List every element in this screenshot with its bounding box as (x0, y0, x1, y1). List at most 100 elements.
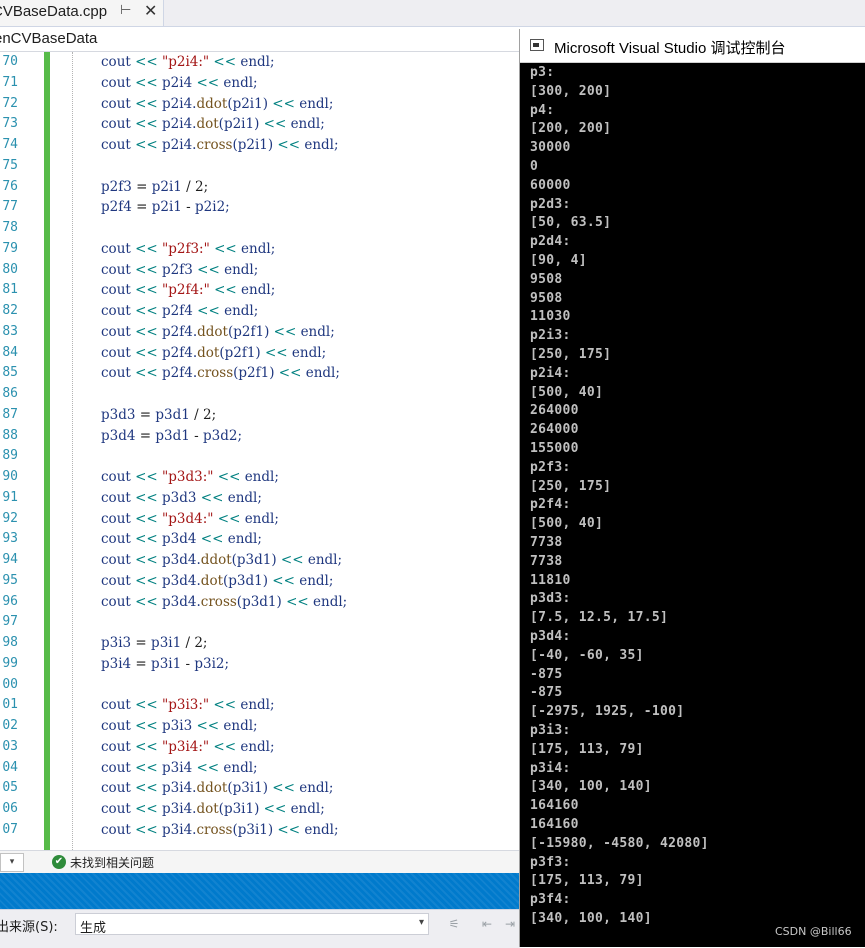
console-line: [300, 200] (530, 83, 612, 99)
code-line[interactable]: 93 cout << p3d4 << endl; (0, 529, 520, 550)
code-text: cout << p3d4.dot(p3d1) << endl; (101, 573, 333, 589)
code-token: cout (101, 365, 131, 382)
code-token: p2f4. (162, 323, 198, 340)
line-number: 77 (2, 199, 18, 215)
code-line[interactable]: 97 (0, 612, 520, 633)
code-line[interactable]: 84 cout << p2f4.dot(p2f1) << endl; (0, 343, 520, 364)
zoom-dropdown[interactable]: ▾ (0, 853, 24, 872)
code-text: p3i3 = p3i1 / 2; (101, 635, 207, 651)
code-line[interactable]: 71 cout << p2i4 << endl; (0, 73, 520, 94)
code-line[interactable]: 86 (0, 384, 520, 405)
code-line[interactable]: 89 (0, 446, 520, 467)
code-line[interactable]: 87 p3d3 = p3d1 / 2; (0, 405, 520, 426)
code-line[interactable]: 75 (0, 156, 520, 177)
code-token: cout (101, 344, 131, 361)
code-line[interactable]: 02 cout << p3i3 << endl; (0, 716, 520, 737)
code-line[interactable]: 95 cout << p3d4.dot(p3d1) << endl; (0, 571, 520, 592)
line-number: 78 (2, 220, 18, 235)
console-line: [7.5, 12.5, 17.5] (530, 610, 669, 626)
document-tab[interactable]: CVBaseData.cpp ⊢ ✕ (0, 0, 164, 26)
code-line[interactable]: 83 cout << p2f4.ddot(p2f1) << endl; (0, 322, 520, 343)
code-line[interactable]: 00 (0, 675, 520, 696)
line-number: 90 (2, 469, 18, 484)
code-line[interactable]: 85 cout << p2f4.cross(p2f1) << endl; (0, 363, 520, 384)
code-line[interactable]: 88 p3d4 = p3d1 - p3d2; (0, 426, 520, 447)
console-title-bar[interactable]: Microsoft Visual Studio 调试控制台 (520, 29, 865, 63)
code-line[interactable]: 99 p3i4 = p3i1 - p3i2; (0, 654, 520, 675)
console-line: [-40, -60, 35] (530, 647, 644, 663)
project-scope-dropdown[interactable]: enCVBaseData (0, 30, 97, 47)
issues-status-text[interactable]: 未找到相关问题 (70, 854, 154, 871)
code-line[interactable]: 06 cout << p3i4.dot(p3i1) << endl; (0, 799, 520, 820)
code-line[interactable]: 77 p2f4 = p2i1 - p2i2; (0, 197, 520, 218)
code-token: endl; (223, 718, 258, 734)
code-text: cout << p3d4.cross(p3d1) << endl; (101, 594, 347, 610)
console-line: 164160 (530, 817, 579, 832)
code-line[interactable]: 94 cout << p3d4.ddot(p3d1) << endl; (0, 550, 520, 571)
code-token: endl; (240, 738, 275, 755)
line-number: 75 (2, 157, 18, 173)
code-line[interactable]: 90 cout << "p3d3:" << endl; (0, 467, 520, 488)
code-token: ddot (196, 95, 228, 112)
output-source-select[interactable]: 生成 ▾ (75, 913, 429, 936)
line-number: 05 (2, 780, 18, 796)
code-token: p2f4 (162, 303, 193, 319)
editor-status-bar: ▾ ✔ 未找到相关问题 (0, 850, 520, 873)
code-line[interactable]: 04 cout << p3i4 << endl; (0, 758, 520, 779)
code-token: endl; (244, 510, 279, 527)
code-token: "p2i4:" (162, 54, 210, 70)
console-line: p2d3: (530, 196, 571, 212)
console-line: p2f4: (530, 497, 571, 513)
line-number: 97 (2, 614, 18, 630)
code-line[interactable]: 01 cout << "p3i3:" << endl; (0, 695, 520, 716)
code-line[interactable]: 73 cout << p2i4.dot(p2i1) << endl; (0, 114, 520, 135)
pin-icon[interactable]: ⊢ (120, 3, 131, 18)
code-line[interactable]: 80 cout << p2f3 << endl; (0, 260, 520, 281)
code-token: << (130, 489, 163, 506)
code-line[interactable]: 79 cout << "p2f3:" << endl; (0, 239, 520, 260)
code-token: endl; (224, 261, 259, 278)
line-number: 91 (2, 489, 18, 505)
code-token: endl; (299, 95, 334, 112)
debug-console-window[interactable]: Microsoft Visual Studio 调试控制台 p3: [300, 2… (519, 29, 865, 947)
code-token: << (192, 74, 224, 91)
console-line: p3i4: (530, 760, 571, 776)
code-line[interactable]: 92 cout << "p3d4:" << endl; (0, 509, 520, 530)
previous-message-icon[interactable]: ⇤ (479, 917, 495, 931)
chevron-down-icon: ▾ (418, 917, 424, 928)
code-line[interactable]: 82 cout << p2f4 << endl; (0, 301, 520, 322)
code-token: endl; (304, 821, 339, 838)
code-token: p3d2; (203, 427, 243, 444)
code-token: cout (101, 303, 131, 319)
code-token: cout (101, 137, 131, 153)
code-text: cout << p2f4.ddot(p2f1) << endl; (101, 324, 335, 340)
code-line[interactable]: 03 cout << "p3i4:" << endl; (0, 737, 520, 758)
console-app-icon (530, 39, 544, 51)
close-icon[interactable]: ✕ (144, 1, 157, 20)
code-line[interactable]: 81 cout << "p2f4:" << endl; (0, 280, 520, 301)
code-token: (p2i1) (227, 95, 268, 112)
line-number: 70 (2, 54, 18, 69)
code-text: cout << p2i4.ddot(p2i1) << endl; (101, 96, 333, 112)
code-token: p2i4. (162, 137, 197, 153)
code-line[interactable]: 98 p3i3 = p3i1 / 2; (0, 633, 520, 654)
code-line[interactable]: 91 cout << p3d3 << endl; (0, 488, 520, 509)
code-line[interactable]: 70 cout << "p2i4:" << endl; (0, 52, 520, 73)
code-line[interactable]: 72 cout << p2i4.ddot(p2i1) << endl; (0, 94, 520, 115)
next-message-icon[interactable]: ⇥ (502, 917, 518, 931)
code-line[interactable]: 05 cout << p3i4.ddot(p3i1) << endl; (0, 778, 520, 799)
code-token: dot (200, 572, 223, 589)
code-line[interactable]: 96 cout << p3d4.cross(p3d1) << endl; (0, 592, 520, 613)
console-line: [-15980, -4580, 42080] (530, 835, 709, 851)
code-line[interactable]: 78 (0, 218, 520, 239)
code-line[interactable]: 76 p2f3 = p2i1 / 2; (0, 177, 520, 198)
code-token: dot (197, 344, 220, 361)
code-line[interactable]: 07 cout << p3i4.cross(p3i1) << endl; (0, 820, 520, 841)
code-line[interactable]: 74 cout << p2i4.cross(p2i1) << endl; (0, 135, 520, 156)
code-text: cout << p3d4 << endl; (101, 531, 262, 547)
code-token: << (130, 282, 163, 299)
code-token: cout (101, 489, 131, 506)
find-message-icon[interactable]: ⚟ (446, 917, 462, 931)
code-text: cout << "p2f4:" << endl; (101, 282, 275, 298)
console-line: 9508 (530, 290, 563, 306)
